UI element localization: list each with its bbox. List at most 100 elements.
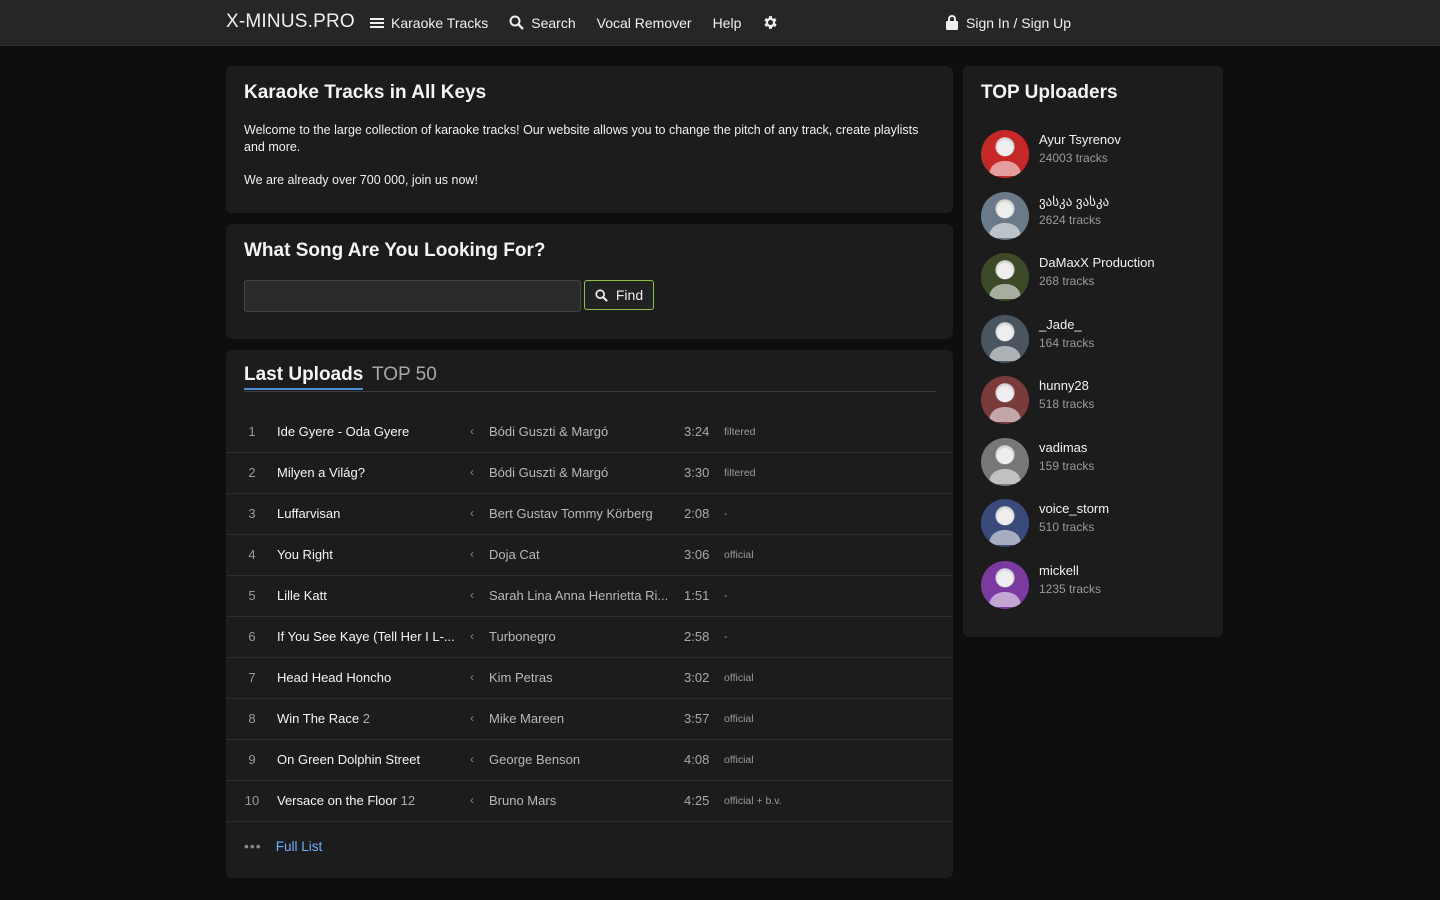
user-silhouette-icon [989,570,1021,607]
track-artist[interactable]: Bódi Guszti & Margó [489,465,679,480]
uploader-item[interactable]: DaMaxX Production 268 tracks [981,253,1211,303]
table-row[interactable]: 9 On Green Dolphin Street ‹ George Benson 4… [226,740,953,781]
chevron-left-icon: ‹ [470,465,474,479]
tab-last-uploads[interactable]: Last Uploads [244,364,364,390]
tab-top-50[interactable]: TOP 50 [372,364,437,386]
uploader-item[interactable]: mickell 1235 tracks [981,560,1211,611]
find-button-label: Find [615,287,644,303]
uploader-item[interactable]: ვასკა ვასკა 2624 tracks [981,191,1211,242]
avatar[interactable] [981,376,1029,424]
track-duration: 3:02 [684,670,710,685]
nav-search[interactable]: Search [509,15,576,31]
avatar[interactable] [981,130,1029,178]
sign-in-link[interactable]: Sign In / Sign Up [946,0,1071,45]
uploader-track-count: 268 tracks [1039,274,1095,288]
track-duration: 2:58 [684,629,710,644]
nav-vocal-remover[interactable]: Vocal Remover [597,15,692,31]
track-artist[interactable]: Turbonegro [489,629,679,644]
track-title[interactable]: If You See Kaye (Tell Her I L-... [277,629,461,644]
track-title[interactable]: Milyen a Világ? [277,465,461,480]
user-silhouette-icon [989,324,1021,361]
track-title[interactable]: Lille Katt [277,588,461,603]
avatar[interactable] [981,191,1029,240]
track-duration: 3:06 [684,547,710,562]
user-silhouette-icon [989,386,1021,422]
uploader-track-count: 518 tracks [1039,397,1095,411]
track-artist[interactable]: Sarah Lina Anna Henrietta Ri... [489,588,679,603]
uploader-name[interactable]: _Jade_ [1039,317,1082,332]
song-search-input[interactable] [244,280,581,312]
table-row[interactable]: 1 Ide Gyere - Oda Gyere ‹ Bódi Guszti & Ma… [226,412,953,453]
track-title-text: If You See Kaye (Tell Her I L-... [277,629,455,644]
table-row[interactable]: 4 You Right ‹ Doja Cat 3:06 official [226,535,953,576]
track-title[interactable]: Win The Race 2 [277,711,461,726]
avatar[interactable] [981,437,1029,486]
track-title[interactable]: Luffarvisan [277,506,461,521]
avatar[interactable] [981,560,1029,609]
avatar[interactable] [981,253,1029,301]
more-dots-icon: ••• [244,838,262,854]
track-number: 7 [248,670,256,685]
track-artist[interactable]: George Benson [489,752,679,767]
track-artist[interactable]: Bruno Mars [489,793,679,808]
uploader-track-count: 1235 tracks [1039,581,1102,596]
uploader-name[interactable]: vadimas [1039,440,1087,455]
uploader-item[interactable]: _Jade_ 164 tracks [981,314,1211,365]
table-row[interactable]: 10 Versace on the Floor 12 ‹ Bruno Mars 4:25… [226,781,953,822]
uploader-item[interactable]: hunny28 518 tracks [981,376,1211,426]
track-duration: 3:57 [684,711,710,726]
table-row[interactable]: 6 If You See Kaye (Tell Her I L-... ‹ Turb… [226,617,953,658]
table-row[interactable]: 8 Win The Race 2 ‹ Mike Mareen 3:57 official [226,699,953,740]
avatar[interactable] [981,314,1029,363]
track-duration: 4:25 [684,793,710,808]
track-artist[interactable]: Bódi Guszti & Margó [489,424,679,439]
table-row[interactable]: 5 Lille Katt ‹ Sarah Lina Anna Henrietta R… [226,576,953,617]
uploader-name[interactable]: Ayur Tsyrenov [1039,132,1121,147]
uploader-name[interactable]: ვასკა ვასკა [1039,194,1109,210]
track-artist[interactable]: Kim Petras [489,670,679,685]
table-row[interactable]: 2 Milyen a Világ? ‹ Bódi Guszti & Margó 3:3… [226,453,953,494]
track-type-tag: - [724,631,728,643]
track-number: 6 [248,629,256,644]
uploader-track-count: 159 tracks [1039,458,1095,473]
uploader-name[interactable]: mickell [1039,563,1079,578]
welcome-title: Karaoke Tracks in All Keys [244,82,487,103]
chevron-left-icon: ‹ [470,588,474,602]
uploader-name[interactable]: voice_storm [1039,501,1109,516]
sign-in-label: Sign In / Sign Up [966,14,1072,31]
nav-karaoke-tracks[interactable]: Karaoke Tracks [370,15,488,31]
track-title[interactable]: Ide Gyere - Oda Gyere [277,424,461,439]
track-artist[interactable]: Mike Mareen [489,711,679,726]
track-artist[interactable]: Bert Gustav Tommy Körberg [489,506,679,521]
uploader-name[interactable]: hunny28 [1039,378,1089,393]
uploader-item[interactable]: voice_storm 510 tracks [981,499,1211,549]
full-list-link[interactable]: ••• Full List [244,838,322,854]
avatar[interactable] [981,499,1029,547]
uploader-item[interactable]: Ayur Tsyrenov 24003 tracks [981,130,1211,180]
track-number: 5 [248,588,256,603]
track-number: 2 [248,465,256,480]
track-artist[interactable]: Doja Cat [489,547,679,562]
site-logo[interactable]: X-MINUS.PRO [226,11,355,33]
find-button[interactable]: Find [584,280,654,310]
track-duration: 3:24 [684,424,710,439]
uploader-name[interactable]: DaMaxX Production [1039,255,1155,270]
track-title[interactable]: Head Head Honcho [277,670,461,685]
nav-help[interactable]: Help [713,15,742,31]
table-row[interactable]: 7 Head Head Honcho ‹ Kim Petras 3:02 officia… [226,658,953,699]
uploader-item[interactable]: vadimas 159 tracks [981,437,1211,488]
track-title[interactable]: You Right [277,547,461,562]
settings-button[interactable] [762,14,786,31]
uploads-tabs: Last Uploads TOP 50 [244,364,936,392]
track-type-tag: filtered [724,426,756,438]
top-uploaders-panel: TOP Uploaders Ayur Tsyrenov 24003 tracks ვ… [963,66,1223,637]
track-type-tag: - [724,590,728,602]
track-title-text: Head Head Honcho [277,670,392,685]
table-row[interactable]: 3 Luffarvisan ‹ Bert Gustav Tommy Körberg 2… [226,494,953,535]
user-silhouette-icon [989,263,1021,299]
track-title-text: Ide Gyere - Oda Gyere [277,424,410,439]
track-title[interactable]: On Green Dolphin Street [277,752,461,767]
track-title[interactable]: Versace on the Floor 12 [277,793,461,808]
track-title-extra: 2 [362,711,370,726]
track-type-tag: official [724,754,754,766]
